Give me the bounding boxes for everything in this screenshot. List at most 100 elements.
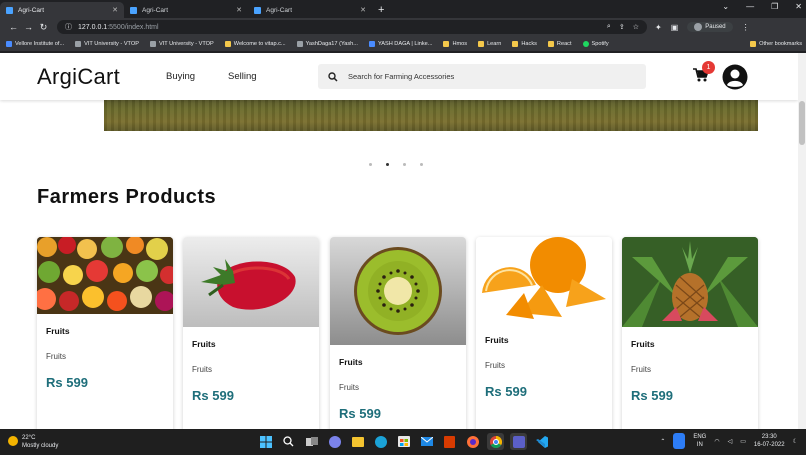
hero-banner-image <box>104 100 758 131</box>
bookmark-folder[interactable]: Hacks <box>512 40 537 47</box>
carousel-dot[interactable] <box>386 163 389 166</box>
teams-chat-icon[interactable] <box>326 433 343 450</box>
page-scrollbar[interactable] <box>798 53 806 429</box>
user-account-icon[interactable] <box>722 64 748 90</box>
bookmark-item[interactable]: YASH DAGA | Linke... <box>368 40 432 47</box>
new-tab-icon[interactable]: + <box>378 4 384 16</box>
microsoft-store-icon[interactable] <box>395 433 412 450</box>
close-icon[interactable]: ✕ <box>236 6 242 14</box>
bookmark-item[interactable]: VIT University - VTOP <box>75 40 139 47</box>
bookmark-folder[interactable]: React <box>547 40 572 47</box>
section-title: Farmers Products <box>37 186 217 208</box>
info-icon[interactable]: ⓘ <box>65 22 72 32</box>
other-bookmarks[interactable]: Other bookmarks <box>750 40 802 47</box>
bookmark-label: Hmos <box>452 40 468 47</box>
bookmark-label: VIT University - VTOP <box>84 40 139 47</box>
product-image <box>330 237 466 345</box>
close-window-icon[interactable]: ✕ <box>795 2 802 11</box>
browser-tab[interactable]: Agri-Cart ✕ <box>124 2 248 18</box>
close-icon[interactable]: ✕ <box>360 6 366 14</box>
bookmark-label: Spotify <box>591 40 609 47</box>
volume-icon[interactable]: ◁ <box>728 438 733 445</box>
maximize-icon[interactable]: ❐ <box>771 2 778 11</box>
clock[interactable]: 23:30 16-07-2022 <box>754 433 785 449</box>
teams-icon[interactable] <box>510 433 527 450</box>
nav-selling-link[interactable]: Selling <box>228 71 257 82</box>
search-placeholder: Search for Farming Accessories <box>348 72 455 81</box>
product-category: Fruits <box>46 352 66 361</box>
bookmark-item[interactable]: Spotify <box>582 40 609 47</box>
battery-icon[interactable]: ▭ <box>740 438 746 445</box>
browser-tab[interactable]: Agri-Cart ✕ <box>0 2 124 18</box>
clock-time: 23:30 <box>761 434 777 440</box>
taskbar-apps <box>257 433 550 450</box>
carousel-dot[interactable] <box>369 163 372 166</box>
site-favicon-icon <box>130 6 137 14</box>
firefox-icon[interactable] <box>464 433 481 450</box>
temperature: 22°C <box>22 435 36 441</box>
chrome-icon[interactable] <box>487 433 504 450</box>
carousel-indicators <box>369 163 423 166</box>
browser-tab[interactable]: Agri-Cart ✕ <box>248 2 372 18</box>
product-card[interactable]: Fruits Fruits Rs 599 <box>183 237 319 429</box>
bookmark-item[interactable]: Welcome to vitap.c... <box>224 40 286 47</box>
bookmark-folder[interactable]: Hmos <box>443 40 468 47</box>
forward-icon[interactable]: → <box>21 22 36 32</box>
mail-icon[interactable] <box>418 433 435 450</box>
nav-buying-link[interactable]: Buying <box>166 71 195 82</box>
site-logo[interactable]: ArgiCart <box>37 64 120 90</box>
minimize-icon[interactable]: — <box>746 2 754 11</box>
spotify-icon <box>582 40 589 47</box>
office-icon[interactable] <box>441 433 458 450</box>
page-viewport: ArgiCart Buying Selling Search for Farmi… <box>0 53 798 429</box>
chevron-down-icon[interactable]: ⌄ <box>722 2 729 11</box>
profile-button[interactable]: Paused <box>687 22 733 32</box>
vscode-icon[interactable] <box>533 433 550 450</box>
back-icon[interactable]: ← <box>6 22 21 32</box>
chevron-up-icon[interactable]: ⌃ <box>660 438 665 445</box>
side-panel-icon[interactable]: ▣ <box>671 23 679 32</box>
file-explorer-icon[interactable] <box>349 433 366 450</box>
bookmark-star-icon[interactable]: ☆ <box>633 23 639 31</box>
microphone-icon[interactable] <box>673 433 686 449</box>
notifications-icon[interactable]: ☾ <box>793 438 798 445</box>
menu-icon[interactable]: ⋮ <box>742 23 750 32</box>
product-image <box>476 237 612 323</box>
logo-main: Argi <box>37 64 78 89</box>
product-card[interactable]: Fruits Fruits Rs 599 <box>622 237 758 429</box>
weather-widget[interactable]: 22°C Mostly cloudy <box>8 434 58 450</box>
language-code: ENG <box>693 434 707 440</box>
bookmark-label: Vellore Institute of... <box>15 40 65 47</box>
close-icon[interactable]: ✕ <box>112 6 118 14</box>
language-indicator[interactable]: ENG IN <box>693 433 706 449</box>
share-icon[interactable]: ⇪ <box>619 23 625 31</box>
bookmark-item[interactable]: VIT University - VTOP <box>149 40 214 47</box>
scrollbar-thumb[interactable] <box>799 101 805 145</box>
bookmark-favicon-icon <box>75 40 82 47</box>
search-icon[interactable] <box>280 433 297 450</box>
search-input[interactable]: Search for Farming Accessories <box>318 64 646 89</box>
windows-start-icon[interactable] <box>257 433 274 450</box>
url-path: :5500/index.html <box>107 23 159 31</box>
reload-icon[interactable]: ↻ <box>36 22 51 33</box>
folder-icon <box>443 40 450 47</box>
bookmark-item[interactable]: YashDaga17 (Yash... <box>296 40 358 47</box>
address-bar[interactable]: ⓘ 127.0.0.1:5500/index.html ⌕ ⇪ ☆ <box>57 20 647 34</box>
edge-browser-icon[interactable] <box>372 433 389 450</box>
bookmark-folder[interactable]: Learn <box>478 40 501 47</box>
product-card[interactable]: Fruits Fruits Rs 599 <box>330 237 466 429</box>
folder-icon <box>512 40 519 47</box>
zoom-icon[interactable]: ⌕ <box>607 23 611 31</box>
carousel-dot[interactable] <box>403 163 406 166</box>
wifi-icon[interactable]: ◠ <box>714 438 719 445</box>
extensions-icon[interactable]: ✦ <box>655 23 662 32</box>
product-name: Fruits <box>631 339 655 349</box>
url-host: 127.0.0.1 <box>78 23 108 31</box>
site-favicon-icon <box>254 6 261 14</box>
bookmark-item[interactable]: Vellore Institute of... <box>6 40 65 47</box>
product-card[interactable]: Fruits Fruits Rs 599 <box>476 237 612 429</box>
product-card[interactable]: Fruits Fruits Rs 599 <box>37 237 173 429</box>
carousel-dot[interactable] <box>420 163 423 166</box>
product-category: Fruits <box>631 365 651 374</box>
task-view-icon[interactable] <box>303 433 320 450</box>
